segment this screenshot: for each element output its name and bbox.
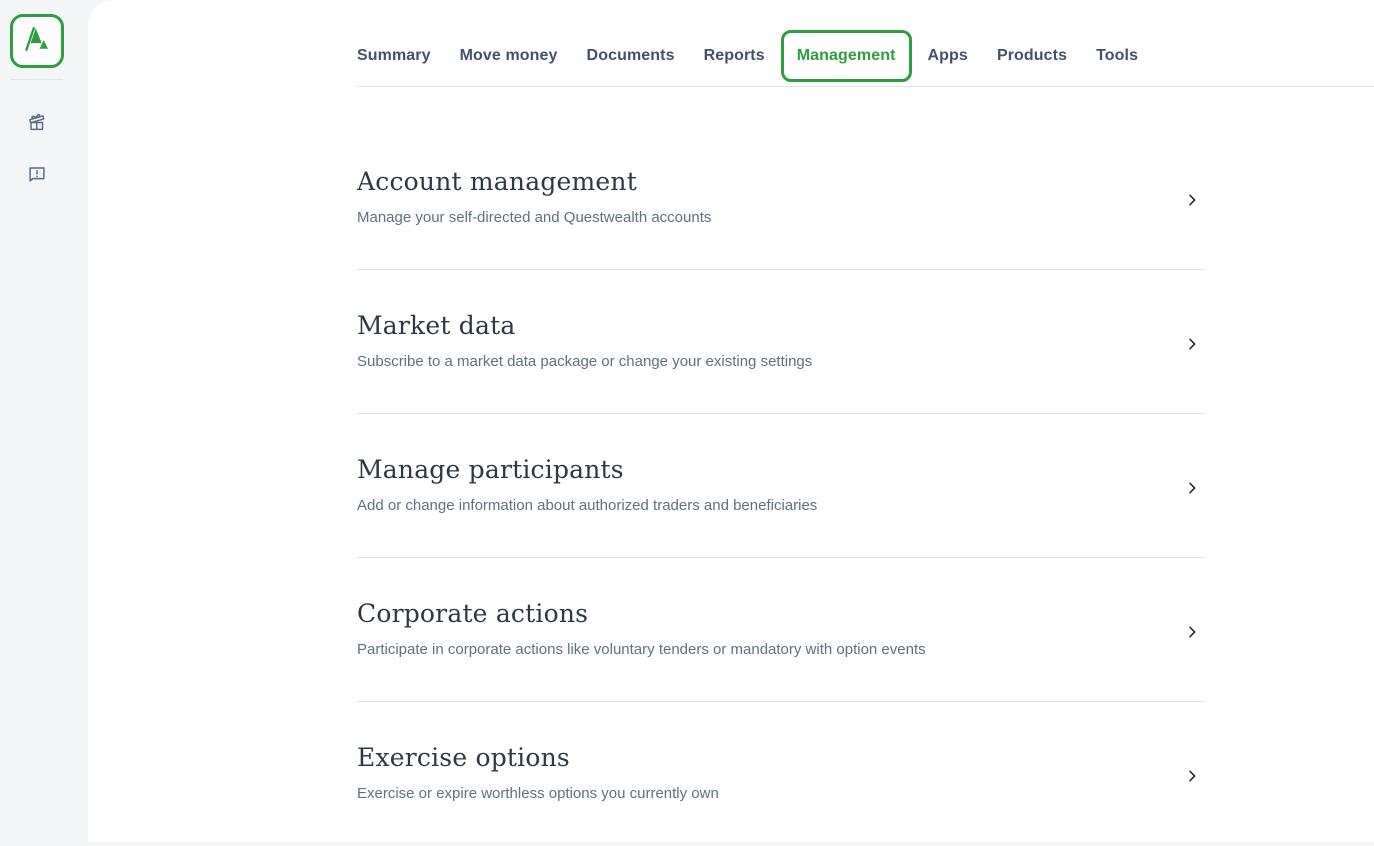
tab-tools[interactable]: Tools [1096,47,1138,65]
chevron-right-icon [1184,192,1200,208]
list-item-manage-participants[interactable]: Manage participants Add or change inform… [357,414,1205,558]
item-title: Corporate actions [357,598,1205,630]
item-description: Add or change information about authoriz… [357,496,1205,516]
tab-move-money[interactable]: Move money [460,47,558,65]
tab-documents[interactable]: Documents [587,47,675,65]
feedback-chat-icon [26,173,48,188]
top-nav: Summary Move money Documents Reports Man… [357,0,1374,87]
item-title: Exercise options [357,742,1205,774]
tab-products[interactable]: Products [997,47,1067,65]
sidebar [0,0,88,842]
item-description: Exercise or expire worthless options you… [357,784,1205,804]
list-item-account-management[interactable]: Account management Manage your self-dire… [357,126,1205,270]
gift-icon [26,121,48,136]
chevron-right-icon [1184,768,1200,784]
rewards-gift-button[interactable] [26,111,48,133]
sidebar-divider [10,79,63,80]
tab-apps[interactable]: Apps [928,47,968,65]
chevron-right-icon [1184,480,1200,496]
tab-reports[interactable]: Reports [704,47,765,65]
tab-summary[interactable]: Summary [357,47,431,65]
item-title: Account management [357,166,1205,198]
tab-management[interactable]: Management [781,30,912,82]
list-item-corporate-actions[interactable]: Corporate actions Participate in corpora… [357,558,1205,702]
item-title: Manage participants [357,454,1205,486]
questrade-mountain-logo-icon [23,26,51,57]
item-description: Participate in corporate actions like vo… [357,640,1205,660]
item-title: Market data [357,310,1205,342]
app-logo-button[interactable] [10,14,64,68]
item-description: Manage your self-directed and Questwealt… [357,208,1205,228]
feedback-button[interactable] [26,163,48,185]
main-panel: Summary Move money Documents Reports Man… [88,0,1374,842]
chevron-right-icon [1184,336,1200,352]
item-description: Subscribe to a market data package or ch… [357,352,1205,372]
list-item-market-data[interactable]: Market data Subscribe to a market data p… [357,270,1205,414]
management-list: Account management Manage your self-dire… [357,87,1205,846]
chevron-right-icon [1184,624,1200,640]
list-item-exercise-options[interactable]: Exercise options Exercise or expire wort… [357,702,1205,846]
